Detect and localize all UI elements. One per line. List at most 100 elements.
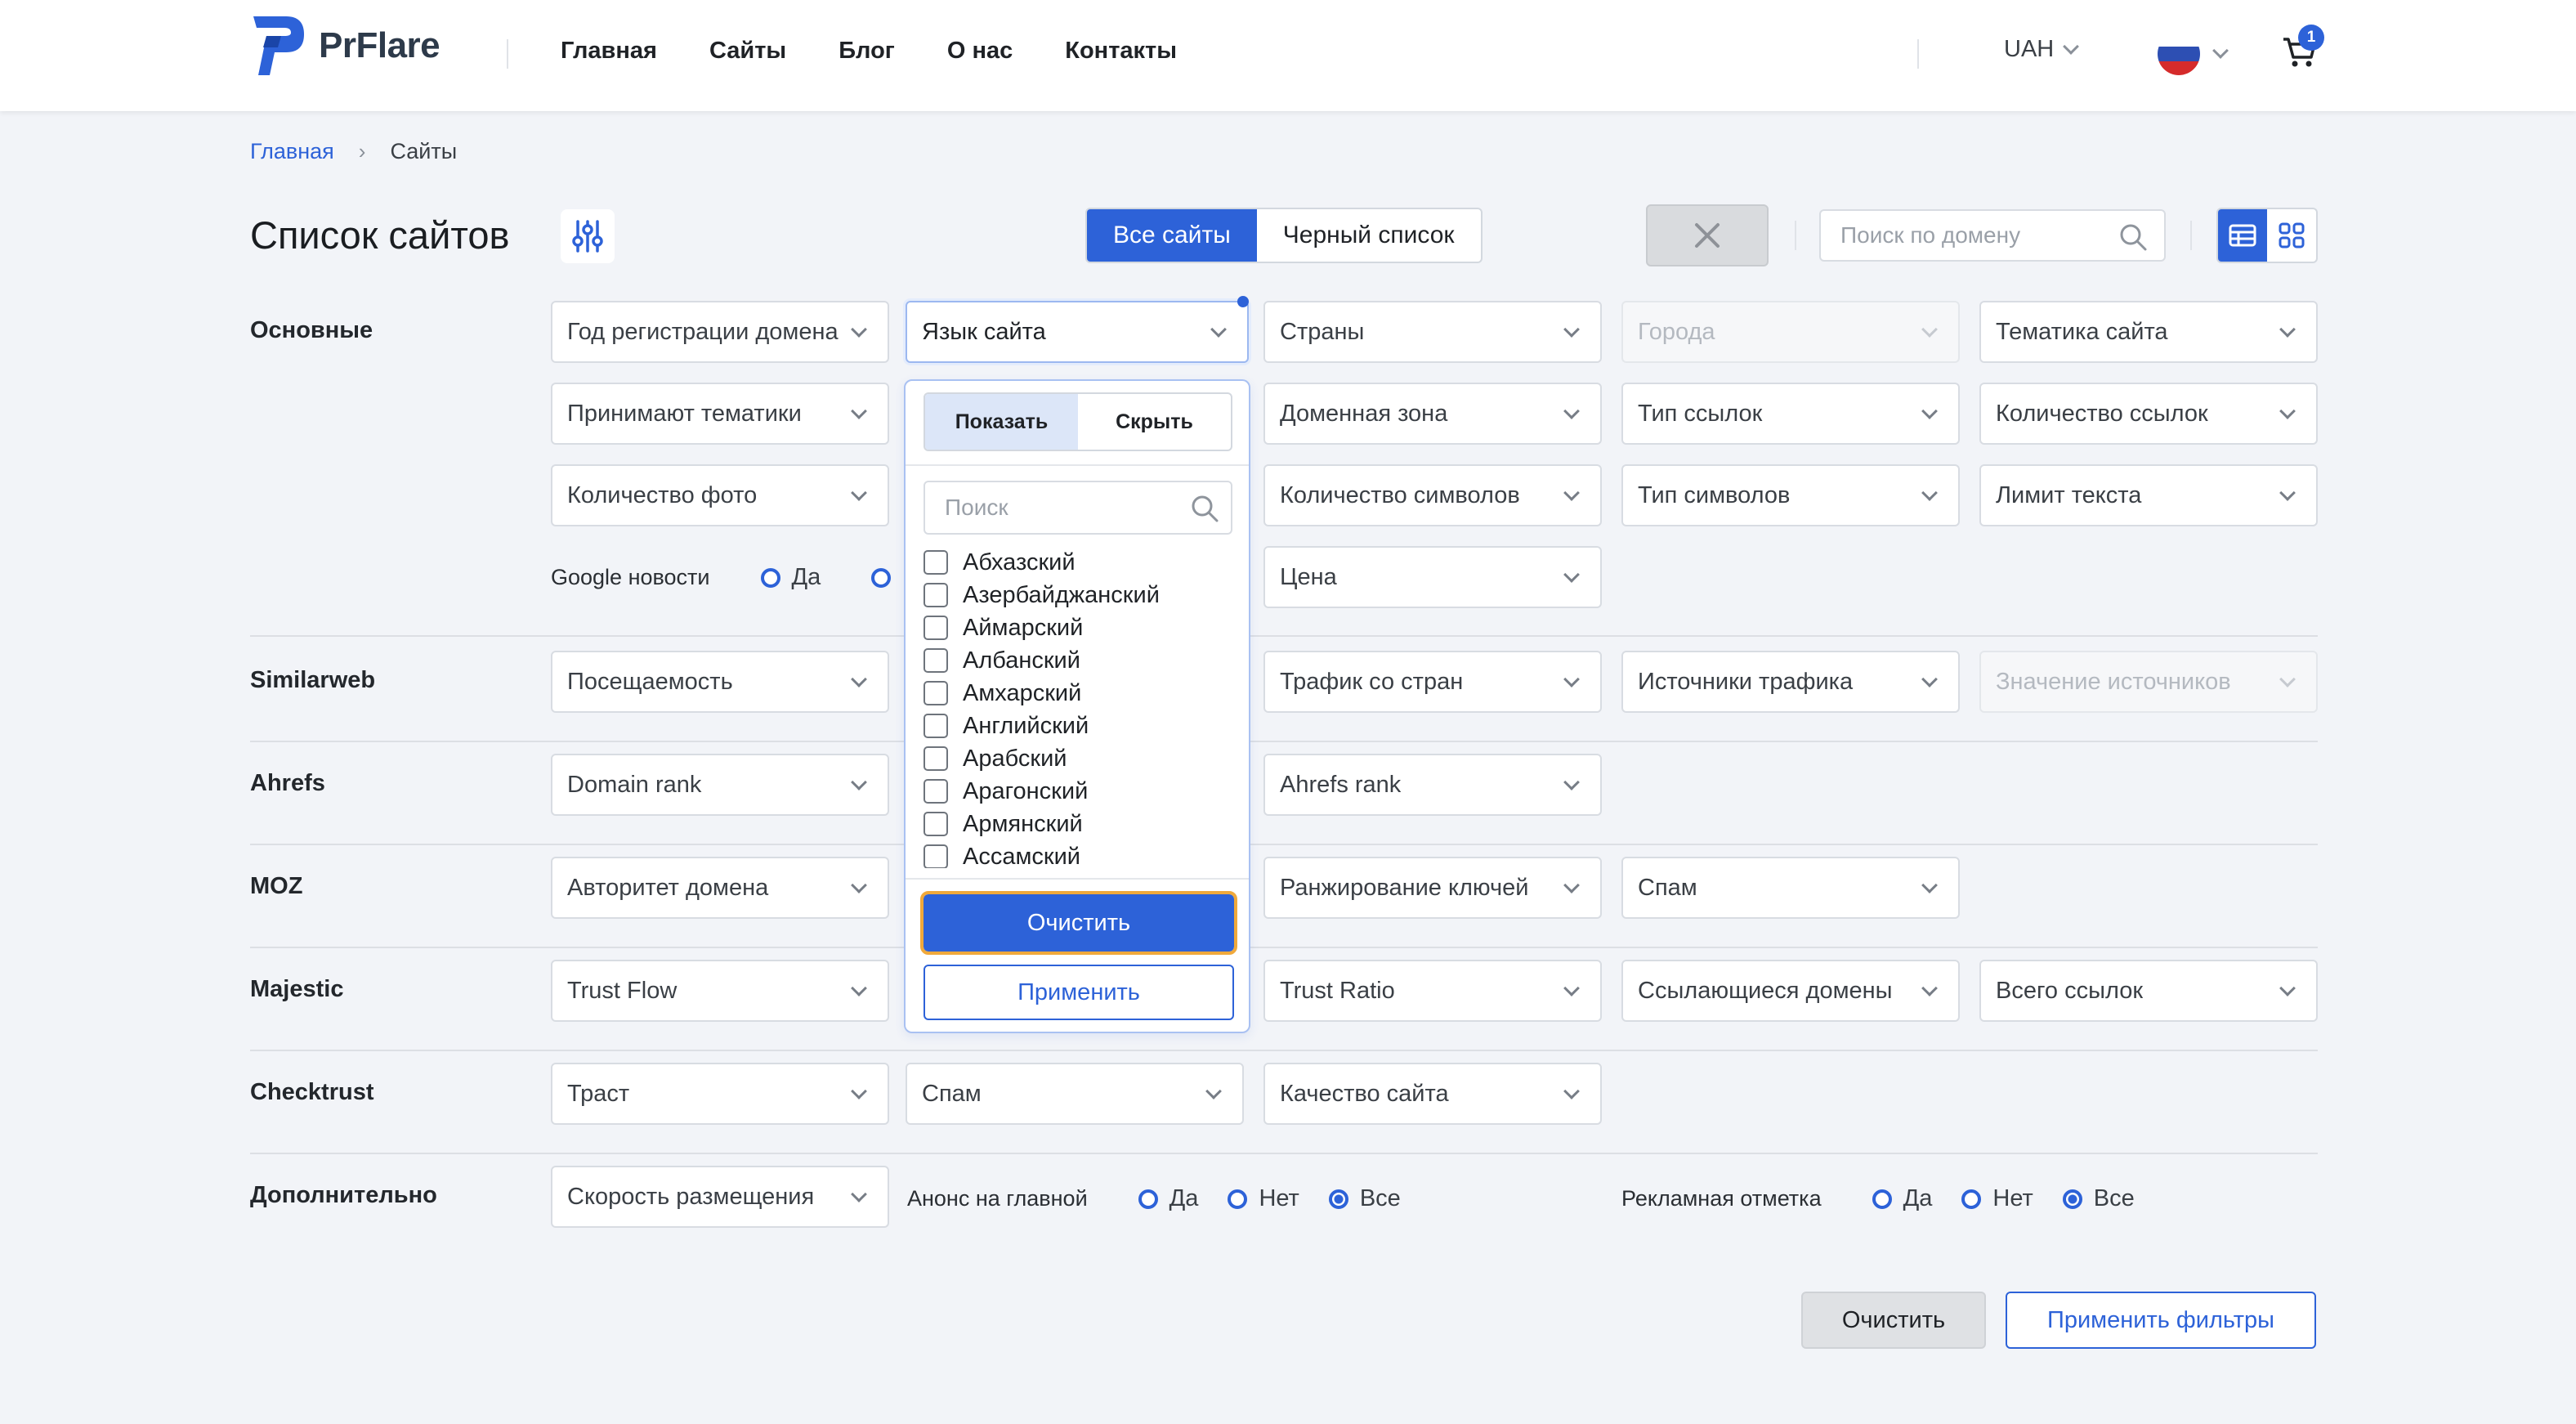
language-list[interactable]: Абхазский Азербайджанский Аймарский Алба… <box>924 546 1234 868</box>
site-language-select[interactable]: Язык сайта <box>906 301 1249 363</box>
trust-ratio-select[interactable]: Trust Ratio <box>1263 960 1602 1022</box>
list-item[interactable]: Арагонский <box>924 775 1234 808</box>
google-news-yes-option[interactable]: Да <box>760 564 821 591</box>
logo[interactable]: PrFlare <box>250 11 441 80</box>
radio-button[interactable] <box>1872 1189 1892 1209</box>
table-view-button[interactable] <box>2218 209 2267 262</box>
link-count-select[interactable]: Количество ссылок <box>1979 383 2318 445</box>
show-option[interactable]: Показать <box>925 394 1078 450</box>
checkbox[interactable] <box>924 779 948 804</box>
ad-mark-all-option[interactable]: Все <box>2062 1185 2135 1212</box>
radio-button-checked[interactable] <box>1328 1189 1348 1209</box>
placement-speed-select[interactable]: Скорость размещения <box>551 1166 889 1228</box>
list-item[interactable]: Ассамский <box>924 840 1234 868</box>
radio-button[interactable] <box>1228 1189 1248 1209</box>
filter-settings-button[interactable] <box>561 209 615 263</box>
checkbox[interactable] <box>924 681 948 705</box>
price-select[interactable]: Цена <box>1263 546 1602 608</box>
list-item[interactable]: Английский <box>924 710 1234 742</box>
radio-button[interactable] <box>871 567 892 588</box>
checkbox[interactable] <box>924 583 948 607</box>
grid-view-button[interactable] <box>2267 209 2316 262</box>
moz-spam-select[interactable]: Спам <box>1621 857 1960 919</box>
text-limit-select[interactable]: Лимит текста <box>1979 464 2318 526</box>
ahrefs-rank-select[interactable]: Ahrefs rank <box>1263 754 1602 816</box>
domain-zone-select[interactable]: Доменная зона <box>1263 383 1602 445</box>
checkbox[interactable] <box>924 812 948 836</box>
char-type-select[interactable]: Тип символов <box>1621 464 1960 526</box>
checkbox[interactable] <box>924 714 948 738</box>
chevron-down-icon <box>851 403 867 419</box>
list-item[interactable]: Абхазский <box>924 546 1234 579</box>
homepage-announce-all-option[interactable]: Все <box>1328 1185 1401 1212</box>
nav-link-home[interactable]: Главная <box>561 38 657 65</box>
accept-topics-select[interactable]: Принимают тематики <box>551 383 889 445</box>
breadcrumb-home-link[interactable]: Главная <box>250 139 334 164</box>
close-icon <box>1695 223 1720 248</box>
traffic-sources-select[interactable]: Источники трафика <box>1621 651 1960 713</box>
ref-domains-select[interactable]: Ссылающиеся домены <box>1621 960 1960 1022</box>
chevron-down-icon <box>1563 980 1580 996</box>
radio-button[interactable] <box>760 567 780 588</box>
ad-mark-no-option[interactable]: Нет <box>1961 1185 2033 1212</box>
chevron-down-icon <box>851 321 867 338</box>
checkbox[interactable] <box>924 648 948 673</box>
checktrust-spam-select[interactable]: Спам <box>906 1063 1244 1125</box>
trust-flow-select[interactable]: Trust Flow <box>551 960 889 1022</box>
chevron-down-icon <box>1563 403 1580 419</box>
nav-link-blog[interactable]: Блог <box>839 38 895 65</box>
currency-select[interactable]: UAH <box>2004 36 2080 63</box>
list-item[interactable]: Армянский <box>924 808 1234 840</box>
ad-mark-radio-group: Рекламная отметка Да Нет Все <box>1621 1185 2135 1212</box>
domain-authority-select[interactable]: Авторитет домена <box>551 857 889 919</box>
photo-count-select[interactable]: Количество фото <box>551 464 889 526</box>
list-item[interactable]: Арабский <box>924 742 1234 775</box>
hide-option[interactable]: Скрыть <box>1078 394 1231 450</box>
ad-mark-yes-option[interactable]: Да <box>1872 1185 1932 1212</box>
checkbox[interactable] <box>924 746 948 771</box>
domain-rank-select[interactable]: Domain rank <box>551 754 889 816</box>
site-quality-select[interactable]: Качество сайта <box>1263 1063 1602 1125</box>
radio-button[interactable] <box>1961 1189 1982 1209</box>
link-type-select[interactable]: Тип ссылок <box>1621 383 1960 445</box>
checkbox[interactable] <box>924 616 948 640</box>
list-item[interactable]: Азербайджанский <box>924 579 1234 611</box>
total-links-select[interactable]: Всего ссылок <box>1979 960 2318 1022</box>
list-item[interactable]: Амхарский <box>924 677 1234 710</box>
checkbox[interactable] <box>924 550 948 575</box>
language-search-input[interactable] <box>945 482 1190 533</box>
language-select[interactable] <box>2158 33 2229 75</box>
language-apply-button[interactable]: Применить <box>924 965 1234 1020</box>
homepage-announce-no-option[interactable]: Нет <box>1228 1185 1299 1212</box>
chevron-down-icon <box>1563 566 1580 583</box>
countries-select[interactable]: Страны <box>1263 301 1602 363</box>
list-item[interactable]: Албанский <box>924 644 1234 677</box>
char-count-select[interactable]: Количество символов <box>1263 464 1602 526</box>
checkbox[interactable] <box>924 844 948 868</box>
trust-select[interactable]: Траст <box>551 1063 889 1125</box>
nav-link-about[interactable]: О нас <box>947 38 1013 65</box>
select-label: Спам <box>922 1080 982 1107</box>
domain-search-input[interactable] <box>1840 211 2118 260</box>
domain-year-select[interactable]: Год регистрации домена <box>551 301 889 363</box>
radio-button[interactable] <box>1138 1189 1158 1209</box>
search-icon[interactable] <box>2118 222 2148 252</box>
language-clear-button[interactable]: Очистить <box>920 891 1237 955</box>
language-label: Арабский <box>963 745 1067 772</box>
radio-button-checked[interactable] <box>2062 1189 2082 1209</box>
list-item[interactable]: Аймарский <box>924 611 1234 644</box>
google-news-no-option[interactable] <box>871 567 892 588</box>
traffic-select[interactable]: Посещаемость <box>551 651 889 713</box>
clear-filters-button[interactable]: Очистить <box>1801 1292 1986 1349</box>
tab-blacklist[interactable]: Черный список <box>1257 209 1481 262</box>
apply-filters-button[interactable]: Применить фильтры <box>2006 1292 2316 1349</box>
keyword-ranking-select[interactable]: Ранжирование ключей <box>1263 857 1602 919</box>
homepage-announce-yes-option[interactable]: Да <box>1138 1185 1198 1212</box>
reset-filters-button[interactable] <box>1646 204 1769 266</box>
site-topic-select[interactable]: Тематика сайта <box>1979 301 2318 363</box>
tab-all-sites[interactable]: Все сайты <box>1087 209 1257 262</box>
cart-count-badge: 1 <box>2298 25 2324 51</box>
nav-link-contacts[interactable]: Контакты <box>1065 38 1177 65</box>
nav-link-sites[interactable]: Сайты <box>709 38 786 65</box>
country-traffic-select[interactable]: Трафик со стран <box>1263 651 1602 713</box>
